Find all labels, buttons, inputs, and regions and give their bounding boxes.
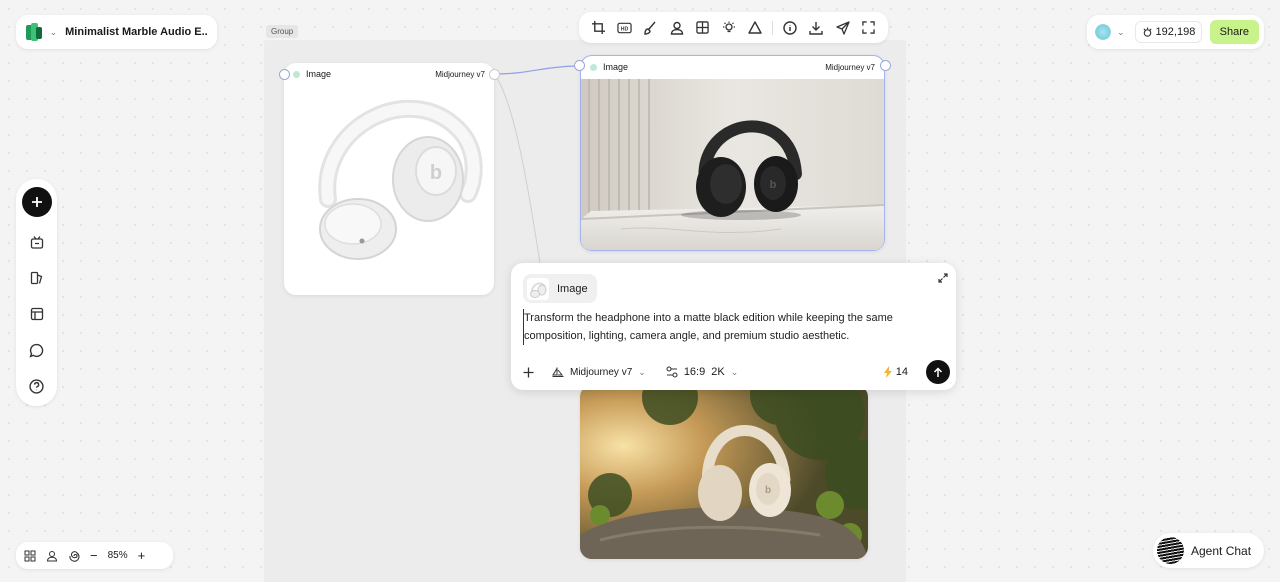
settings-sliders-icon bbox=[666, 366, 678, 378]
node-output-handle[interactable] bbox=[489, 69, 500, 80]
generation-cost: 14 bbox=[883, 366, 908, 378]
image-toolbar: HD bbox=[579, 12, 888, 43]
node-model: Midjourney v7 bbox=[435, 69, 485, 79]
person-icon[interactable] bbox=[668, 19, 686, 37]
expand-icon[interactable] bbox=[938, 270, 948, 288]
node-label: Image bbox=[306, 69, 332, 79]
image-node-source[interactable]: Image Midjourney v7 b bbox=[284, 63, 494, 295]
prompt-panel: Image Transform the headphone into a mat… bbox=[511, 263, 956, 390]
node-header: Image Midjourney v7 bbox=[284, 63, 494, 85]
brush-icon[interactable] bbox=[641, 19, 659, 37]
zoom-out-button[interactable]: − bbox=[90, 548, 98, 563]
chevron-down-icon[interactable]: ⌄ bbox=[50, 27, 58, 38]
agent-avatar-icon bbox=[1157, 537, 1184, 564]
node-model: Midjourney v7 bbox=[825, 62, 875, 72]
user-icon[interactable] bbox=[46, 550, 58, 562]
node-status-dot bbox=[590, 63, 597, 71]
svg-text:b: b bbox=[770, 179, 777, 191]
prompt-options-bar: Midjourney v7 ⌄ 16:9 2K ⌄ 14 bbox=[523, 360, 950, 384]
chevron-down-icon: ⌄ bbox=[638, 366, 646, 377]
node-input-handle[interactable] bbox=[574, 60, 585, 71]
cream-headphone-nature-image: b bbox=[580, 385, 868, 559]
send-button[interactable] bbox=[926, 360, 950, 384]
node-input-handle[interactable] bbox=[279, 69, 290, 80]
credits-badge[interactable]: 192,198 bbox=[1134, 21, 1203, 43]
image-node-result[interactable]: Image Midjourney v7 b bbox=[580, 55, 885, 251]
info-icon[interactable] bbox=[781, 19, 799, 37]
aspect-ratio-value: 16:9 bbox=[683, 366, 706, 378]
app-logo-icon bbox=[26, 23, 42, 41]
share-button[interactable]: Share bbox=[1209, 20, 1259, 44]
chevron-down-icon[interactable]: ⌄ bbox=[1117, 27, 1125, 38]
credits-value: 192,198 bbox=[1155, 26, 1196, 38]
zoom-level: 85% bbox=[107, 550, 128, 561]
reference-image-chip[interactable]: Image bbox=[523, 274, 597, 303]
arrow-up-icon bbox=[933, 366, 943, 377]
sailboat-icon bbox=[552, 367, 564, 377]
cost-value: 14 bbox=[895, 366, 908, 378]
sidebar-styles-button[interactable] bbox=[26, 267, 48, 289]
layout-icon bbox=[30, 307, 43, 321]
project-title[interactable]: Minimalist Marble Audio E... bbox=[65, 26, 207, 38]
reference-label: Image bbox=[557, 282, 588, 295]
sidebar-assets-button[interactable] bbox=[26, 231, 48, 253]
grid-icon[interactable] bbox=[694, 19, 712, 37]
node-output-handle[interactable] bbox=[880, 60, 891, 71]
send-plane-icon[interactable] bbox=[834, 19, 852, 37]
download-icon[interactable] bbox=[807, 19, 825, 37]
node-label: Image bbox=[603, 62, 629, 72]
group-label[interactable]: Group bbox=[266, 25, 299, 38]
fullscreen-icon[interactable] bbox=[860, 19, 878, 37]
add-node-button[interactable] bbox=[21, 187, 52, 217]
reference-thumbnail bbox=[527, 277, 549, 300]
crop-icon[interactable] bbox=[589, 19, 607, 37]
credits-icon bbox=[1142, 26, 1152, 37]
agent-chat-label: Agent Chat bbox=[1191, 543, 1252, 558]
shapes-icon bbox=[30, 271, 42, 285]
shape-triangle-icon[interactable] bbox=[746, 19, 764, 37]
hd-upscale-icon[interactable]: HD bbox=[615, 19, 633, 37]
white-headphone-image: b bbox=[318, 99, 483, 260]
node-status-dot bbox=[293, 70, 300, 78]
aspect-resolution-selector[interactable]: 16:9 2K ⌄ bbox=[666, 366, 738, 378]
chat-bubble-icon bbox=[29, 343, 44, 358]
bottom-controls: − 85% + bbox=[16, 542, 173, 569]
user-orb-avatar[interactable] bbox=[1095, 24, 1111, 40]
sidebar-help-button[interactable] bbox=[26, 375, 48, 397]
plus-icon bbox=[31, 197, 42, 207]
project-header[interactable]: ⌄ Minimalist Marble Audio E... bbox=[16, 15, 217, 49]
zoom-in-button[interactable]: + bbox=[138, 548, 146, 563]
sidebar-layout-button[interactable] bbox=[26, 303, 48, 325]
toolbar-divider bbox=[772, 20, 774, 35]
svg-text:HD: HD bbox=[621, 26, 629, 32]
image-node-generated[interactable]: b bbox=[580, 385, 868, 559]
model-name: Midjourney v7 bbox=[570, 366, 633, 378]
lightning-icon bbox=[883, 366, 892, 378]
prompt-textarea[interactable]: Transform the headphone into a matte bla… bbox=[523, 309, 943, 345]
left-sidebar bbox=[16, 179, 57, 406]
gift-box-icon bbox=[30, 236, 43, 249]
node-header: Image Midjourney v7 bbox=[581, 56, 884, 78]
svg-text:b: b bbox=[765, 485, 771, 496]
svg-text:b: b bbox=[430, 162, 442, 184]
black-headphone-marble-image: b bbox=[581, 79, 884, 250]
layout-grid-icon[interactable] bbox=[24, 550, 36, 562]
spiral-icon[interactable] bbox=[68, 550, 80, 562]
add-attachment-icon[interactable] bbox=[523, 367, 534, 378]
resolution-value: 2K bbox=[711, 366, 725, 378]
light-bulb-icon[interactable] bbox=[720, 19, 738, 37]
model-selector[interactable]: Midjourney v7 ⌄ bbox=[552, 367, 646, 378]
help-icon bbox=[29, 378, 44, 394]
agent-chat-button[interactable]: Agent Chat bbox=[1153, 533, 1264, 568]
sidebar-comments-button[interactable] bbox=[26, 339, 48, 361]
chevron-down-icon: ⌄ bbox=[730, 366, 739, 377]
top-right-controls: ⌄ 192,198 Share bbox=[1087, 15, 1264, 49]
